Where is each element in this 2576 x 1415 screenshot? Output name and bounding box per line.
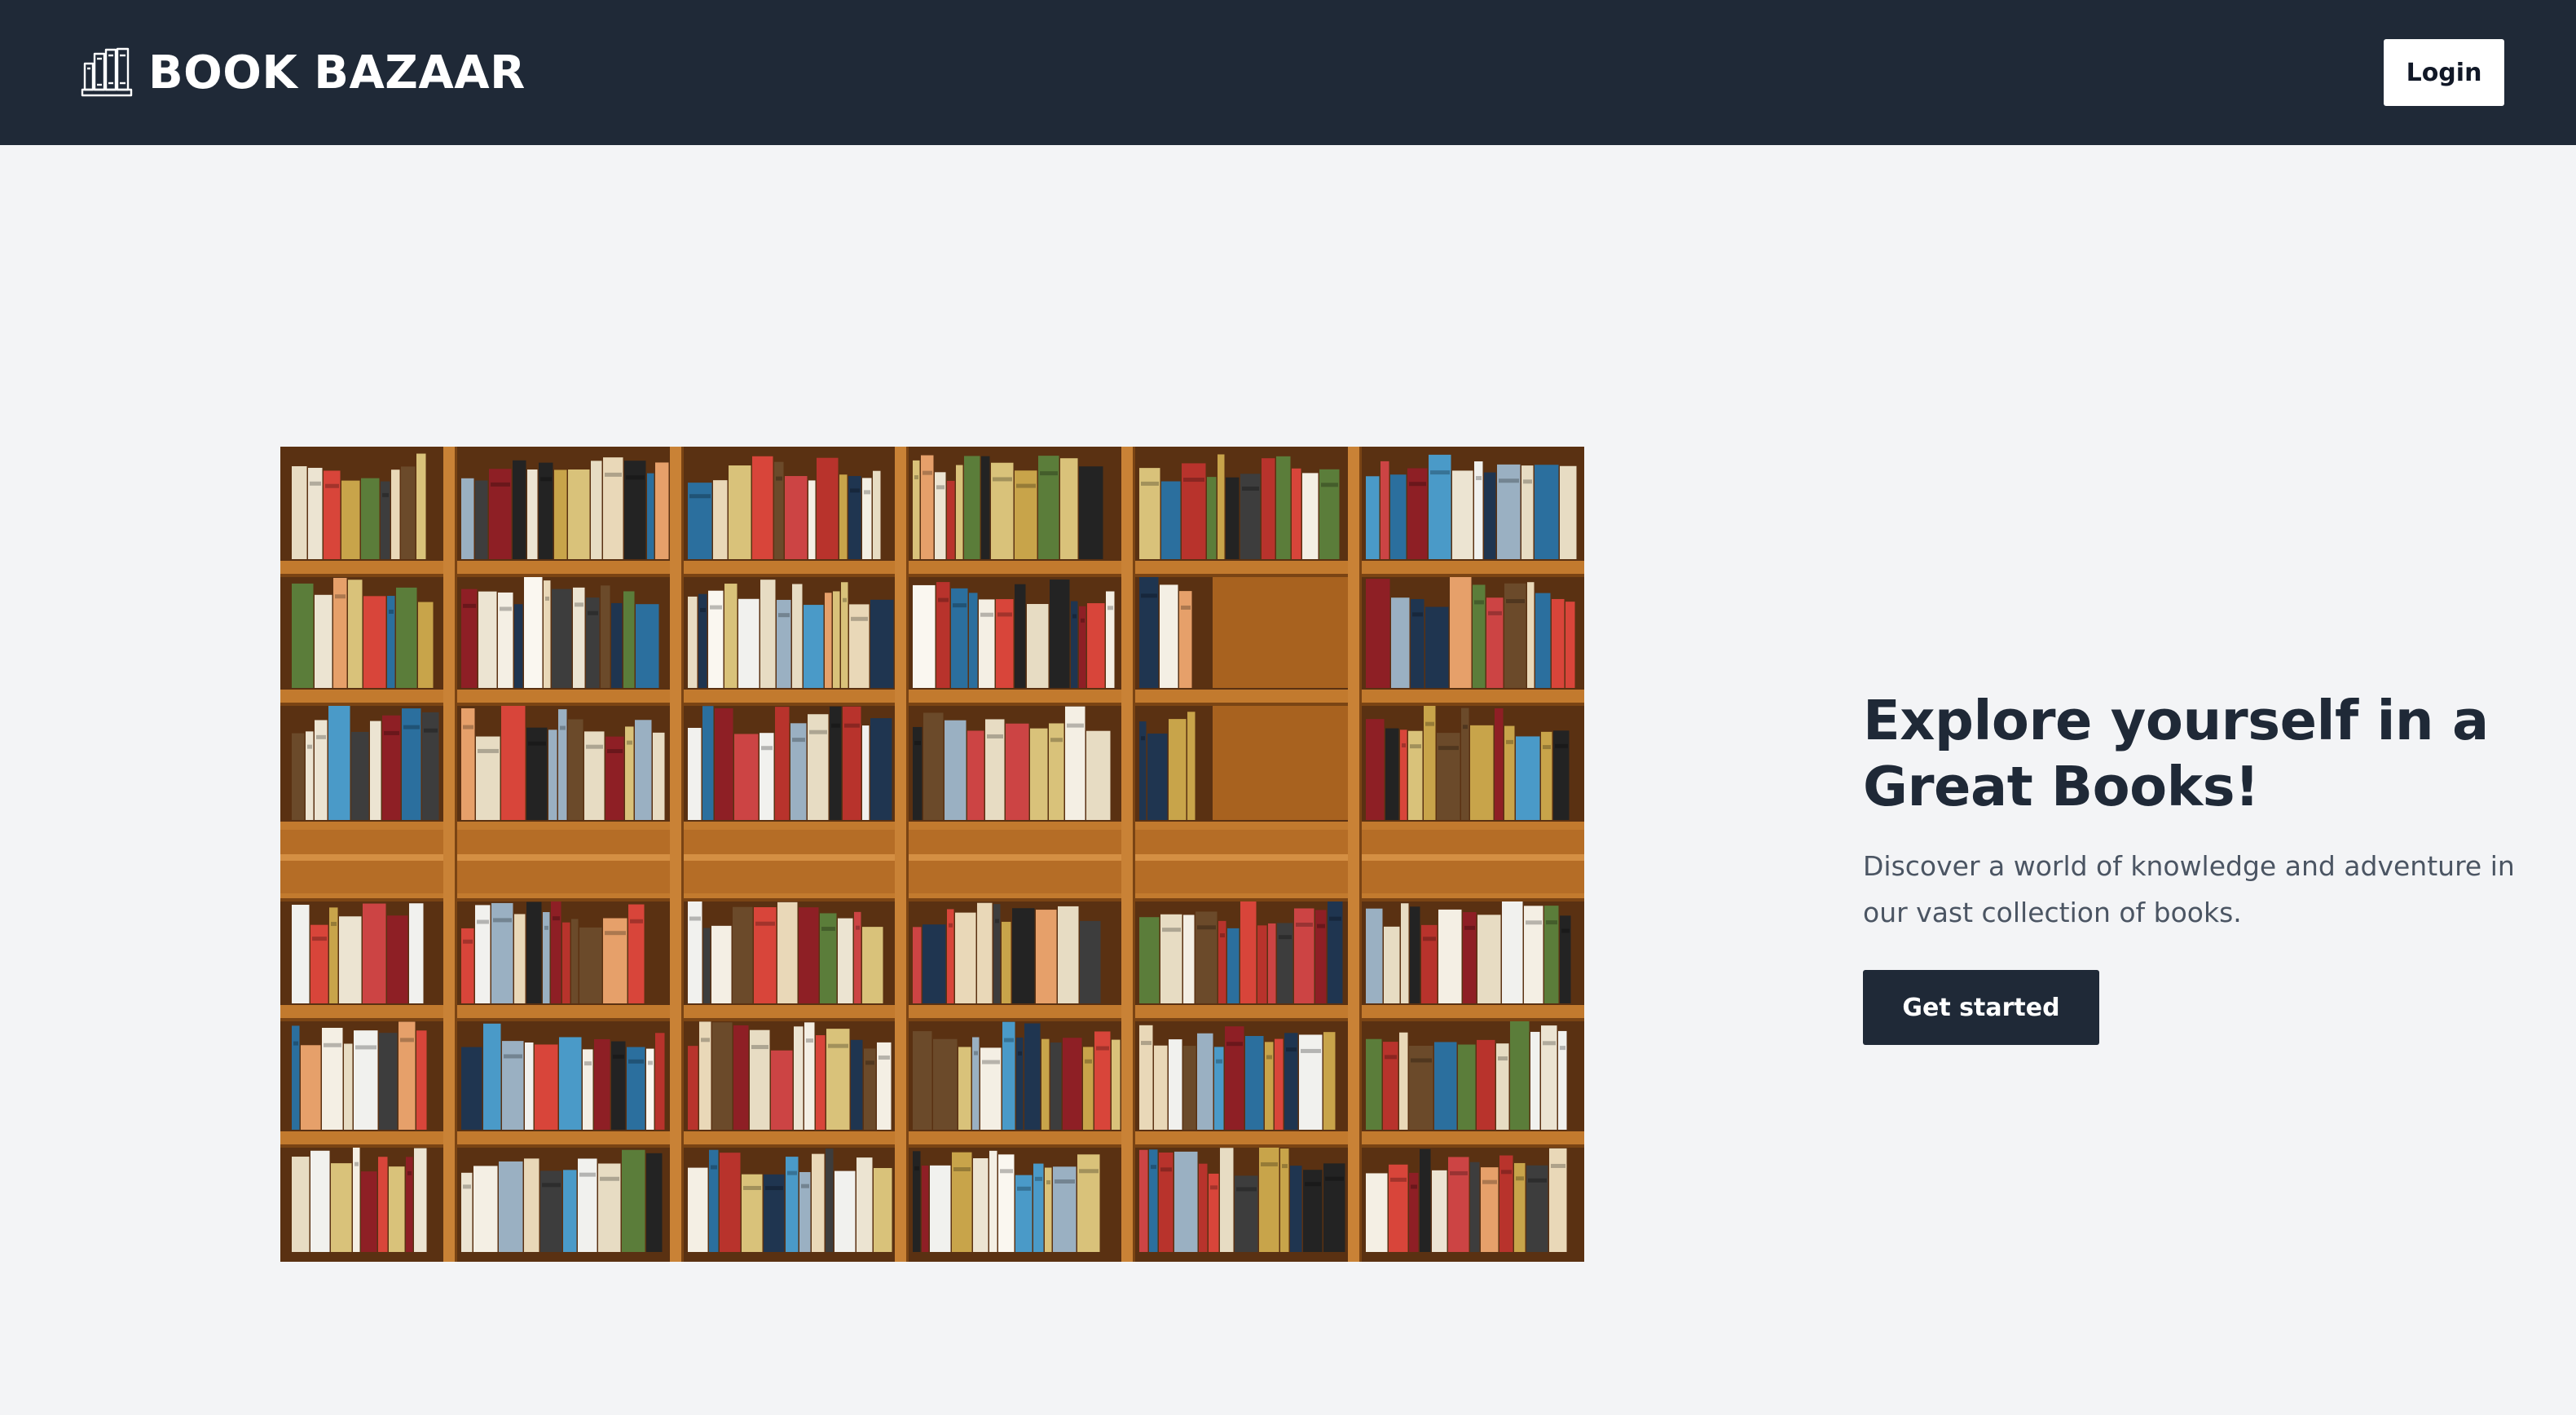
login-button[interactable]: Login: [2384, 39, 2504, 106]
bookshelf-icon: [81, 47, 133, 97]
hero-bookshelf-image: [280, 447, 1584, 1262]
brand-name: BOOK BAZAAR: [148, 46, 526, 99]
top-navbar: BOOK BAZAAR Login: [0, 0, 2576, 145]
bookshelf-illustration: [280, 447, 1584, 1262]
brand[interactable]: BOOK BAZAAR: [80, 46, 526, 99]
hero-title: Explore yourself in a Great Books!: [1863, 689, 2489, 818]
get-started-button[interactable]: Get started: [1863, 970, 2099, 1045]
hero-subtitle: Discover a world of knowledge and advent…: [1863, 850, 2515, 928]
hero-copy: Explore yourself in a Great Books! Disco…: [1863, 688, 2564, 1045]
